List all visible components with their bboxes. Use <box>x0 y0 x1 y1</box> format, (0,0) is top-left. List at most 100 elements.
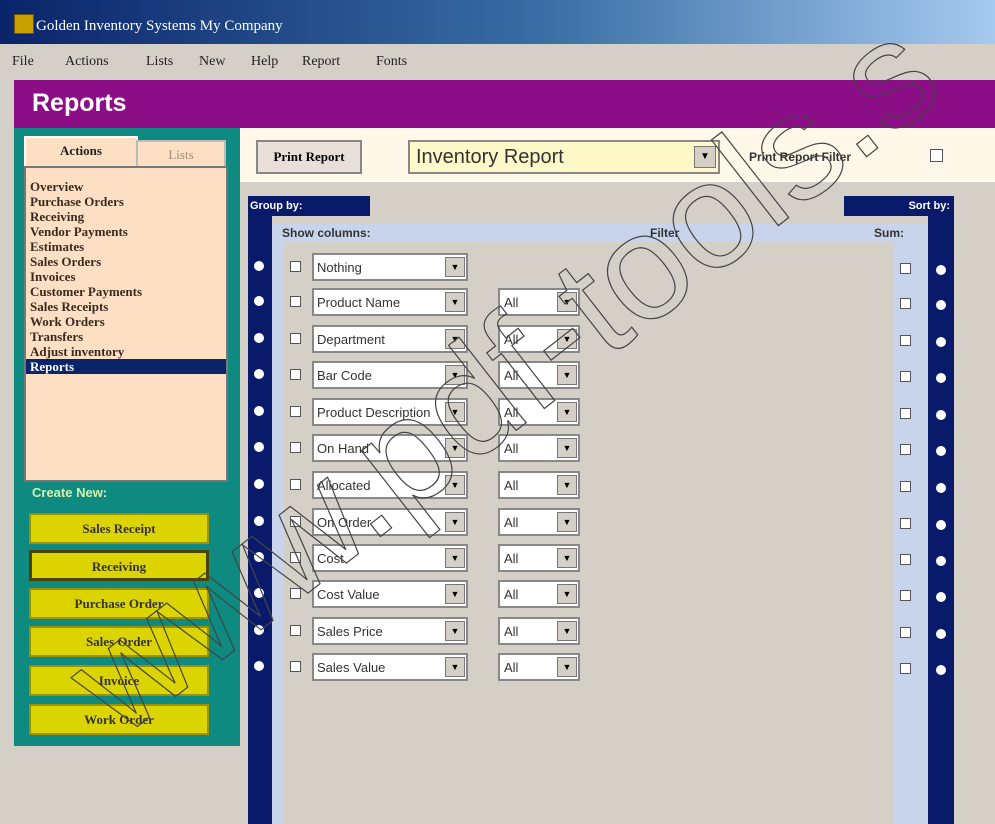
sum-checkbox[interactable] <box>900 263 911 274</box>
create-sales-order-button[interactable]: Sales Order <box>29 626 209 657</box>
create-purchase-order-button[interactable]: Purchase Order <box>29 588 209 619</box>
sort-by-radio[interactable] <box>936 446 946 456</box>
group-by-radio[interactable] <box>254 442 264 452</box>
action-item[interactable]: Overview <box>26 179 226 194</box>
sum-checkbox[interactable] <box>900 408 911 419</box>
create-invoice-button[interactable]: Invoice <box>29 665 209 696</box>
group-by-radio[interactable] <box>254 406 264 416</box>
action-item[interactable]: Work Orders <box>26 314 226 329</box>
group-by-radio[interactable] <box>254 296 264 306</box>
filter-select[interactable]: All ▼ <box>498 434 580 462</box>
chevron-down-icon[interactable]: ▼ <box>557 475 577 495</box>
field-select[interactable]: Product Name ▼ <box>312 288 468 316</box>
show-column-checkbox[interactable] <box>290 625 301 636</box>
sum-checkbox[interactable] <box>900 481 911 492</box>
action-item[interactable]: Adjust inventory <box>26 344 226 359</box>
field-select[interactable]: Sales Price ▼ <box>312 617 468 645</box>
sort-by-radio[interactable] <box>936 300 946 310</box>
field-select[interactable]: Nothing ▼ <box>312 253 468 281</box>
filter-select[interactable]: All ▼ <box>498 617 580 645</box>
chevron-down-icon[interactable]: ▼ <box>445 329 465 349</box>
chevron-down-icon[interactable]: ▼ <box>445 621 465 641</box>
create-receiving-button[interactable]: Receiving <box>29 550 209 581</box>
sort-by-radio[interactable] <box>936 556 946 566</box>
group-by-radio[interactable] <box>254 552 264 562</box>
filter-select[interactable]: All ▼ <box>498 398 580 426</box>
sum-checkbox[interactable] <box>900 444 911 455</box>
show-column-checkbox[interactable] <box>290 516 301 527</box>
chevron-down-icon[interactable]: ▼ <box>557 584 577 604</box>
show-column-checkbox[interactable] <box>290 406 301 417</box>
show-column-checkbox[interactable] <box>290 661 301 672</box>
chevron-down-icon[interactable]: ▼ <box>445 438 465 458</box>
sort-by-radio[interactable] <box>936 410 946 420</box>
filter-select[interactable]: All ▼ <box>498 361 580 389</box>
menu-fonts[interactable]: Fonts <box>376 54 407 70</box>
action-item[interactable]: Estimates <box>26 239 226 254</box>
sum-checkbox[interactable] <box>900 663 911 674</box>
chevron-down-icon[interactable]: ▼ <box>557 548 577 568</box>
group-by-radio[interactable] <box>254 625 264 635</box>
action-item[interactable]: Reports <box>26 359 226 374</box>
field-select[interactable]: Department ▼ <box>312 325 468 353</box>
show-column-checkbox[interactable] <box>290 296 301 307</box>
group-by-radio[interactable] <box>254 588 264 598</box>
sort-by-radio[interactable] <box>936 665 946 675</box>
sort-by-radio[interactable] <box>936 483 946 493</box>
group-by-radio[interactable] <box>254 479 264 489</box>
print-report-button[interactable]: Print Report <box>256 140 362 174</box>
chevron-down-icon[interactable]: ▼ <box>557 438 577 458</box>
action-item[interactable]: Sales Receipts <box>26 299 226 314</box>
field-select[interactable]: Bar Code ▼ <box>312 361 468 389</box>
filter-select[interactable]: All ▼ <box>498 580 580 608</box>
group-by-radio[interactable] <box>254 516 264 526</box>
group-by-radio[interactable] <box>254 369 264 379</box>
chevron-down-icon[interactable]: ▼ <box>445 512 465 532</box>
action-item[interactable]: Receiving <box>26 209 226 224</box>
chevron-down-icon[interactable]: ▼ <box>557 402 577 422</box>
filter-select[interactable]: All ▼ <box>498 544 580 572</box>
sort-by-radio[interactable] <box>936 520 946 530</box>
filter-select[interactable]: All ▼ <box>498 288 580 316</box>
action-item[interactable]: Purchase Orders <box>26 194 226 209</box>
report-select[interactable]: Inventory Report ▼ <box>408 140 720 174</box>
sum-checkbox[interactable] <box>900 590 911 601</box>
field-select[interactable]: Allocated ▼ <box>312 471 468 499</box>
field-select[interactable]: Sales Value ▼ <box>312 653 468 681</box>
sort-by-radio[interactable] <box>936 265 946 275</box>
chevron-down-icon[interactable]: ▼ <box>694 146 716 168</box>
chevron-down-icon[interactable]: ▼ <box>445 584 465 604</box>
show-column-checkbox[interactable] <box>290 588 301 599</box>
menu-report[interactable]: Report <box>302 54 340 70</box>
action-item[interactable]: Transfers <box>26 329 226 344</box>
show-column-checkbox[interactable] <box>290 261 301 272</box>
chevron-down-icon[interactable]: ▼ <box>445 475 465 495</box>
sum-checkbox[interactable] <box>900 335 911 346</box>
field-select[interactable]: Cost ▼ <box>312 544 468 572</box>
field-select[interactable]: On Hand ▼ <box>312 434 468 462</box>
sum-checkbox[interactable] <box>900 518 911 529</box>
chevron-down-icon[interactable]: ▼ <box>445 657 465 677</box>
sort-by-radio[interactable] <box>936 629 946 639</box>
menu-file[interactable]: File <box>12 54 34 70</box>
create-work-order-button[interactable]: Work Order <box>29 704 209 735</box>
filter-select[interactable]: All ▼ <box>498 508 580 536</box>
action-item[interactable]: Invoices <box>26 269 226 284</box>
chevron-down-icon[interactable]: ▼ <box>557 365 577 385</box>
sort-by-radio[interactable] <box>936 373 946 383</box>
chevron-down-icon[interactable]: ▼ <box>445 257 465 277</box>
chevron-down-icon[interactable]: ▼ <box>557 512 577 532</box>
menu-actions[interactable]: Actions <box>65 54 109 70</box>
filter-select[interactable]: All ▼ <box>498 653 580 681</box>
sort-by-radio[interactable] <box>936 592 946 602</box>
group-by-radio[interactable] <box>254 333 264 343</box>
show-column-checkbox[interactable] <box>290 479 301 490</box>
sort-by-radio[interactable] <box>936 337 946 347</box>
create-sales-receipt-button[interactable]: Sales Receipt <box>29 513 209 544</box>
action-item[interactable]: Customer Payments <box>26 284 226 299</box>
print-report-filter-checkbox[interactable] <box>930 149 943 162</box>
field-select[interactable]: Product Description ▼ <box>312 398 468 426</box>
chevron-down-icon[interactable]: ▼ <box>445 292 465 312</box>
chevron-down-icon[interactable]: ▼ <box>557 329 577 349</box>
sum-checkbox[interactable] <box>900 298 911 309</box>
